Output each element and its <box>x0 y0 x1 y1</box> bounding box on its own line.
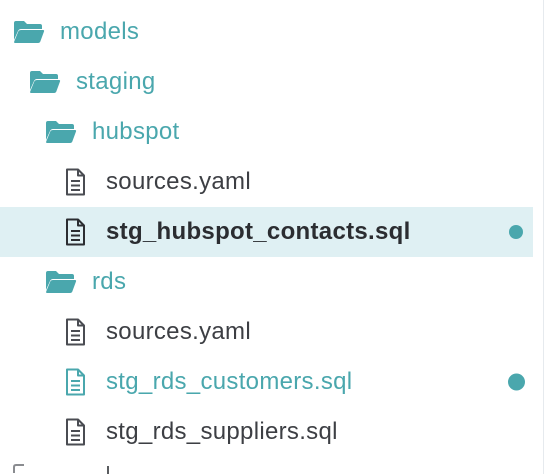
tree-item-label: rds <box>92 268 127 295</box>
file-text-icon <box>58 368 92 396</box>
tree-item-folder-hubspot[interactable]: hubspot <box>0 107 533 157</box>
tree-item-label: sources.yaml <box>106 168 251 195</box>
file-text-icon <box>58 168 92 196</box>
folder-open-icon <box>12 18 46 46</box>
folder-open-icon <box>28 68 62 96</box>
tree-item-label: hubspot <box>92 118 180 145</box>
tree-item-file-sources-yaml[interactable]: sources.yaml <box>0 157 533 207</box>
modified-indicator <box>508 373 525 391</box>
tree-item-file-stg-rds-customers[interactable]: stg_rds_customers.sql <box>0 357 533 407</box>
tree-item-label: models <box>60 18 140 45</box>
tree-item-label: stg_hubspot_contacts.sql <box>106 218 411 245</box>
tree-item-label: stg_rds_suppliers.sql <box>106 418 338 445</box>
tree-item-label: staging <box>76 68 156 95</box>
file-text-icon <box>58 218 92 246</box>
tree-item-file-stg-rds-suppliers[interactable]: stg_rds_suppliers.sql <box>0 407 533 457</box>
folder-open-icon <box>44 268 78 296</box>
folder-open-icon <box>44 118 78 146</box>
tree-item-folder-staging[interactable]: staging <box>0 57 533 107</box>
modified-indicator <box>509 225 523 239</box>
file-tree: models staging hubspot sources.yaml stg_… <box>0 0 544 474</box>
file-text-icon <box>58 418 92 446</box>
tree-item-file-stg-hubspot-contacts[interactable]: stg_hubspot_contacts.sql <box>0 207 533 257</box>
tree-item-label: stg_rds_customers.sql <box>106 368 353 395</box>
file-text-icon <box>58 318 92 346</box>
tree-item-label: sources.yaml <box>106 318 251 345</box>
tree-item-folder-rds[interactable]: rds <box>0 257 533 307</box>
tree-item-partial <box>0 462 543 474</box>
tree-item-folder-models[interactable]: models <box>0 7 533 57</box>
tree-item-file-sources-yaml[interactable]: sources.yaml <box>0 307 533 357</box>
